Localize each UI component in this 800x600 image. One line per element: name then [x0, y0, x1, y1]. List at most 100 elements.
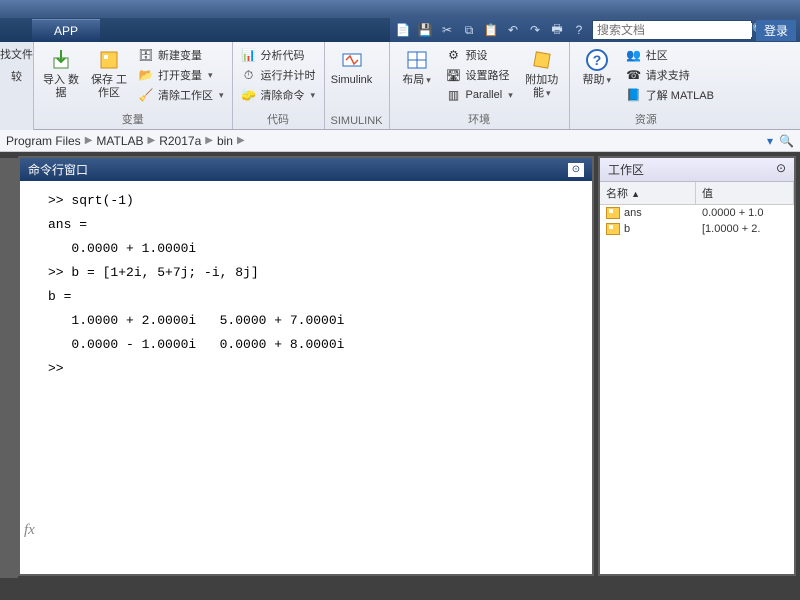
addons-button[interactable]: 附加功能▾ [521, 44, 563, 100]
col-value[interactable]: 值 [696, 182, 794, 204]
svg-text:?: ? [592, 52, 601, 68]
group-code: 📊分析代码 ⏱运行并计时 🧽清除命令▾ 代码 [233, 42, 325, 129]
breadcrumb-item[interactable]: Program Files [6, 134, 81, 148]
workspace-row[interactable]: ans0.0000 + 1.0 [600, 205, 794, 221]
breadcrumb-item[interactable]: R2017a [159, 134, 201, 148]
cut-icon[interactable]: ✂ [438, 21, 456, 39]
analyze-code-button[interactable]: 📊分析代码 [239, 46, 318, 64]
tab-app[interactable]: APP [32, 19, 100, 42]
clear-workspace-button[interactable]: 🧹清除工作区▾ [136, 86, 226, 104]
chevron-right-icon: ▶ [85, 135, 93, 146]
open-variable-button[interactable]: 📂打开变量▾ [136, 66, 226, 84]
chevron-down-icon: ▾ [208, 70, 213, 81]
import-data-button[interactable]: 导入 数据 [40, 44, 82, 100]
doc-icon[interactable]: 📄 [394, 21, 412, 39]
community-icon: 👥 [626, 47, 642, 63]
cmd-line: b = [48, 285, 592, 309]
left-gutter [0, 158, 18, 578]
help-button[interactable]: ? 帮助▾ [576, 44, 618, 87]
import-icon [49, 48, 73, 72]
save-ws-label: 保存 工作区 [88, 74, 130, 100]
variable-icon [606, 207, 620, 219]
panel-menu-icon[interactable]: ⊙ [568, 163, 584, 177]
command-window-title: 命令行窗口 ⊙ [20, 158, 592, 181]
paste-icon[interactable]: 📋 [482, 21, 500, 39]
preferences-button[interactable]: ⚙预设 [444, 46, 515, 64]
chevron-down-icon[interactable]: ▾ [767, 134, 773, 148]
search-input[interactable] [597, 23, 752, 37]
run-time-button[interactable]: ⏱运行并计时 [239, 66, 318, 84]
search-toggle-icon[interactable]: 🔍 [779, 134, 794, 148]
cmd-line: >> sqrt(-1) [48, 189, 592, 213]
save-ws-icon [97, 48, 121, 72]
learn-matlab-button[interactable]: 📘了解 MATLAB [624, 86, 716, 104]
cmd-line: 0.0000 + 1.0000i [48, 237, 592, 261]
group-label-code: 代码 [239, 110, 318, 129]
cmd-line: 0.0000 - 1.0000i 0.0000 + 8.0000i [48, 333, 592, 357]
analyze-icon: 📊 [241, 47, 257, 63]
simulink-label: Simulink [331, 74, 373, 87]
addons-icon [530, 48, 554, 72]
learn-icon: 📘 [626, 87, 642, 103]
workspace-row[interactable]: b[1.0000 + 2. [600, 221, 794, 237]
parallel-icon: ▥ [446, 87, 462, 103]
chevron-right-icon: ▶ [237, 135, 245, 146]
breadcrumb-item[interactable]: MATLAB [96, 134, 143, 148]
col-name[interactable]: 名称 ▲ [600, 182, 696, 204]
help-icon[interactable]: ? [570, 21, 588, 39]
cmd-line: >> [48, 357, 592, 381]
chevron-down-icon: ▾ [311, 90, 316, 101]
cmd-line: 1.0000 + 2.0000i 5.0000 + 7.0000i [48, 309, 592, 333]
login-button[interactable]: 登录 [756, 20, 796, 41]
import-label: 导入 数据 [40, 74, 82, 100]
parallel-button[interactable]: ▥Parallel▾ [444, 86, 515, 104]
support-icon: ☎ [626, 67, 642, 83]
print-icon[interactable]: 🖶 [548, 21, 566, 39]
save-workspace-button[interactable]: 保存 工作区 [88, 44, 130, 100]
compare-label[interactable]: 较 [11, 68, 22, 84]
new-variable-button[interactable]: 🗄新建变量 [136, 46, 226, 64]
group-resources: ? 帮助▾ 👥社区 ☎请求支持 📘了解 MATLAB 资源 [570, 42, 722, 129]
chevron-right-icon: ▶ [148, 135, 156, 146]
save-icon[interactable]: 💾 [416, 21, 434, 39]
quick-access-toolbar: 📄 💾 ✂ ⧉ 📋 ↶ ↷ 🖶 ? 🔍 登录 [390, 18, 800, 42]
panel-menu-icon[interactable]: ⊙ [776, 161, 786, 178]
layout-button[interactable]: 布局▾ [396, 44, 438, 87]
layout-icon [405, 48, 429, 72]
search-docs[interactable]: 🔍 [592, 20, 752, 40]
chevron-down-icon: ▾ [508, 90, 513, 101]
simulink-icon [340, 48, 364, 72]
set-path-button[interactable]: 🛣设置路径 [444, 66, 515, 84]
chevron-down-icon: ▾ [219, 90, 224, 101]
clear-commands-button[interactable]: 🧽清除命令▾ [239, 86, 318, 104]
command-window-body[interactable]: fx >> sqrt(-1)ans = 0.0000 + 1.0000i>> b… [20, 181, 592, 574]
support-button[interactable]: ☎请求支持 [624, 66, 716, 84]
group-label-environment: 环境 [396, 110, 563, 129]
copy-icon[interactable]: ⧉ [460, 21, 478, 39]
redo-icon[interactable]: ↷ [526, 21, 544, 39]
simulink-button[interactable]: Simulink [331, 44, 373, 87]
variable-icon [606, 223, 620, 235]
group-label-variables: 变量 [40, 110, 226, 129]
group-environment: 布局▾ ⚙预设 🛣设置路径 ▥Parallel▾ 附加功能▾ 环境 [390, 42, 570, 129]
gear-icon: ⚙ [446, 47, 462, 63]
workspace-header: 名称 ▲ 值 [600, 182, 794, 205]
group-label-simulink: SIMULINK [331, 114, 383, 129]
address-bar[interactable]: Program Files▶ MATLAB▶ R2017a▶ bin▶ ▾ 🔍 [0, 130, 800, 152]
help-big-icon: ? [585, 48, 609, 72]
fx-icon[interactable]: fx [24, 518, 35, 542]
addons-label: 附加功能▾ [521, 74, 563, 100]
group-variables: 导入 数据 保存 工作区 🗄新建变量 📂打开变量▾ 🧹清除工作区▾ 变量 [34, 42, 233, 129]
layout-label: 布局▾ [402, 74, 431, 87]
community-button[interactable]: 👥社区 [624, 46, 716, 64]
new-var-icon: 🗄 [138, 47, 154, 63]
find-files-label[interactable]: 找文件 [0, 46, 33, 62]
ribbon-toolbar: 导入 数据 保存 工作区 🗄新建变量 📂打开变量▾ 🧹清除工作区▾ 变量 📊分析… [34, 42, 800, 130]
clear-cmd-icon: 🧽 [241, 87, 257, 103]
breadcrumb-item[interactable]: bin [217, 134, 233, 148]
undo-icon[interactable]: ↶ [504, 21, 522, 39]
path-icon: 🛣 [446, 67, 462, 83]
help-label: 帮助▾ [582, 74, 611, 87]
group-simulink: Simulink SIMULINK [325, 42, 390, 129]
main-area: 命令行窗口 ⊙ fx >> sqrt(-1)ans = 0.0000 + 1.0… [0, 152, 800, 580]
